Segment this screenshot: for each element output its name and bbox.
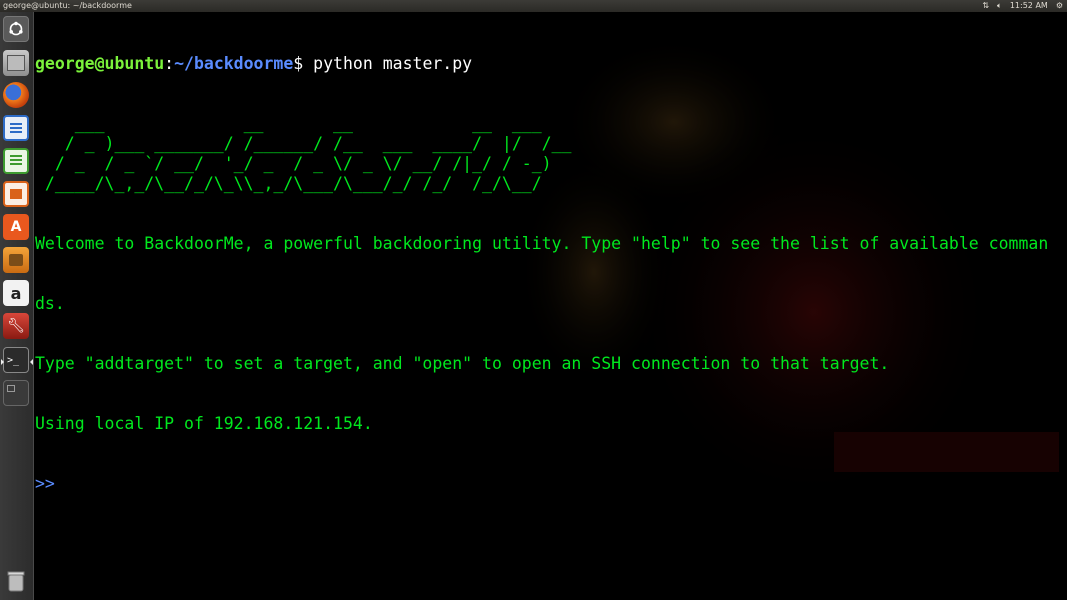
prompt-user: george@ubuntu <box>35 54 165 73</box>
terminal-icon[interactable]: >_ <box>1 347 33 373</box>
prompt-path: ~/backdoorme <box>174 54 294 73</box>
prompt-separator: : <box>164 54 175 73</box>
workspaces-icon[interactable] <box>3 380 29 406</box>
indicator-area: ⇅ 🔈︎ 11:52 AM ⚙ <box>982 0 1063 12</box>
software-center-icon[interactable]: A <box>3 214 29 240</box>
volume-icon[interactable]: 🔈︎ <box>997 0 1002 12</box>
terminal-output[interactable]: george@ubuntu:~/backdoorme$ python maste… <box>35 14 1063 534</box>
output-line-instructions: Type "addtarget" to set a target, and "o… <box>35 354 890 373</box>
output-line-welcome-wrap: ds. <box>35 294 65 313</box>
gear-icon[interactable]: ⚙ <box>1056 0 1063 12</box>
calc-icon[interactable] <box>3 148 29 174</box>
impress-icon[interactable] <box>3 181 29 207</box>
ubuntu-logo-icon[interactable] <box>3 16 29 42</box>
tools-icon[interactable]: 🔧︎ <box>3 313 29 339</box>
terminal-window[interactable]: george@ubuntu:~/backdoorme$ python maste… <box>34 12 1067 600</box>
updates-icon[interactable] <box>3 247 29 273</box>
network-arrows-icon[interactable]: ⇅ <box>982 0 989 12</box>
command-line: george@ubuntu:~/backdoorme$ python maste… <box>35 54 1063 74</box>
output-line-local-ip: Using local IP of 192.168.121.154. <box>35 414 373 433</box>
command-text: python master.py <box>303 54 473 73</box>
output-line-welcome: Welcome to BackdoorMe, a powerful backdo… <box>35 234 1049 253</box>
amazon-icon[interactable]: a <box>3 280 29 306</box>
writer-icon[interactable] <box>3 115 29 141</box>
file-cabinet-icon[interactable] <box>3 50 29 76</box>
clock[interactable]: 11:52 AM <box>1010 0 1048 12</box>
top-panel: george@ubuntu: ~/backdoorme ⇅ 🔈︎ 11:52 A… <box>0 0 1067 12</box>
launcher: A a 🔧︎ >_ <box>0 12 34 600</box>
firefox-icon[interactable] <box>3 82 29 108</box>
interactive-prompt[interactable]: >> <box>35 474 1063 494</box>
ascii-banner: ___ __ __ __ ___ / _ )___ _______/ /____… <box>44 114 572 193</box>
window-title: george@ubuntu: ~/backdoorme <box>3 1 132 10</box>
prompt-dollar: $ <box>293 54 304 73</box>
trash-icon[interactable] <box>3 568 29 594</box>
